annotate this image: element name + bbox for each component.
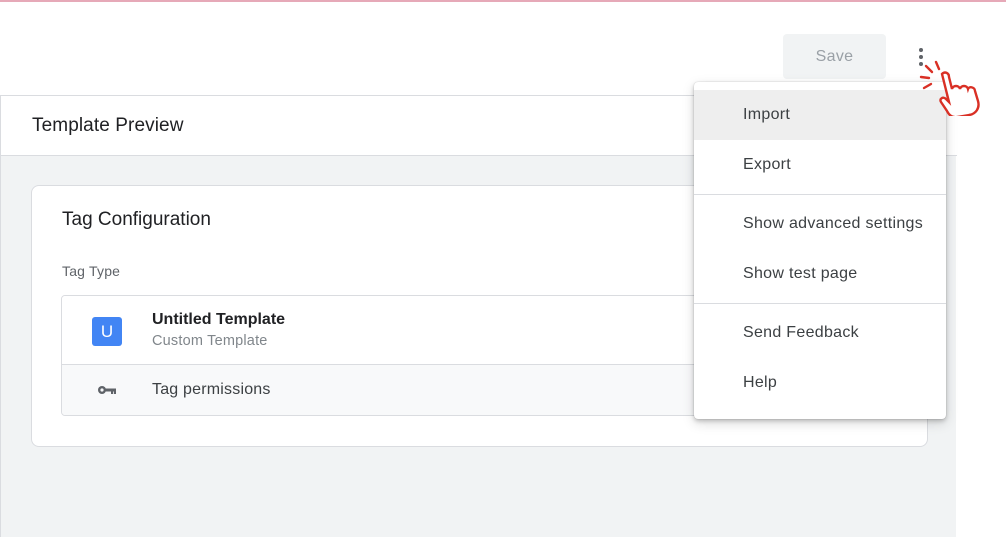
menu-item-import[interactable]: Import bbox=[694, 90, 946, 140]
template-badge-icon: U bbox=[92, 317, 122, 346]
menu-item-show-advanced-settings[interactable]: Show advanced settings bbox=[694, 199, 946, 249]
menu-divider bbox=[694, 303, 946, 304]
more-options-menu: Import Export Show advanced settings Sho… bbox=[694, 82, 946, 419]
menu-item-export[interactable]: Export bbox=[694, 140, 946, 190]
card-title: Tag Configuration bbox=[62, 209, 211, 230]
key-icon bbox=[98, 386, 116, 394]
template-name: Untitled Template bbox=[152, 311, 286, 328]
menu-divider bbox=[694, 194, 946, 195]
menu-item-send-feedback[interactable]: Send Feedback bbox=[694, 308, 946, 358]
tag-type-label: Tag Type bbox=[62, 263, 121, 279]
page-title: Template Preview bbox=[32, 115, 184, 136]
more-vert-icon bbox=[919, 48, 923, 52]
template-subtitle: Custom Template bbox=[152, 333, 268, 349]
save-button[interactable]: Save bbox=[783, 34, 886, 79]
top-accent-strip bbox=[0, 0, 1006, 2]
tag-permissions-label: Tag permissions bbox=[152, 381, 271, 398]
menu-item-show-test-page[interactable]: Show test page bbox=[694, 249, 946, 299]
menu-item-help[interactable]: Help bbox=[694, 358, 946, 408]
pointer-hand-icon bbox=[919, 60, 980, 116]
